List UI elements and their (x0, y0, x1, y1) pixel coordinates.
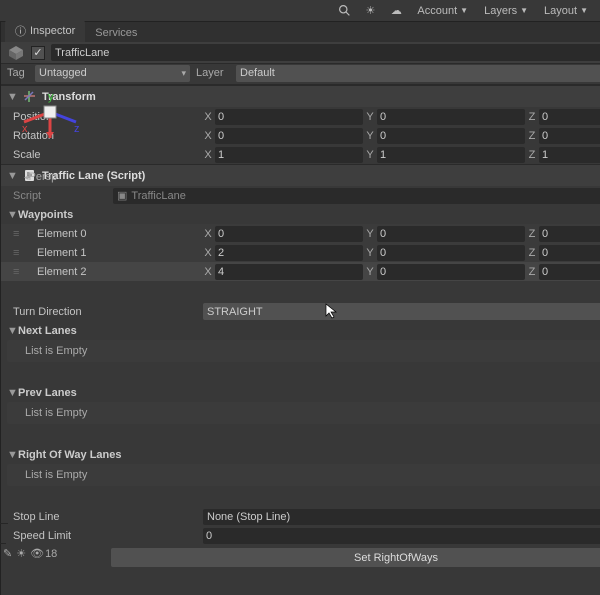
foldout-icon[interactable]: ▼ (7, 449, 16, 461)
foldout-icon[interactable]: ▼ (7, 91, 16, 103)
empty-list-label: List is Empty (7, 464, 600, 486)
script-slot-icon: ▣ (117, 189, 127, 202)
scale-x-input[interactable] (215, 147, 363, 163)
script-label: Script (13, 190, 113, 202)
script-title: Traffic Lane (Script) (42, 170, 600, 182)
inspector-panel: ⓘInspector Services 🔒⋮ ✓ Static ▼ Tag Un… (1, 22, 600, 595)
waypoint-y-input[interactable] (377, 226, 525, 242)
traffic-lane-component: ▼ Traffic Lane (Script) ?⇄⋮ Script ▣Traf… (1, 164, 600, 567)
transform-title: Transform (42, 91, 600, 103)
rotation-y-input[interactable] (377, 128, 525, 144)
layout-dropdown[interactable]: Layout▼ (538, 2, 594, 20)
position-x-input[interactable] (215, 109, 363, 125)
waypoint-y-input[interactable] (377, 264, 525, 280)
set-rightofways-button[interactable]: Set RightOfWays (111, 548, 600, 567)
svg-text:y: y (48, 91, 54, 103)
waypoint-x-input[interactable] (215, 245, 363, 261)
waypoint-y-input[interactable] (377, 245, 525, 261)
empty-list-label: List is Empty (7, 402, 600, 424)
layer-label: Layer (196, 67, 230, 79)
drag-handle-icon[interactable]: ≡ (13, 266, 25, 278)
drag-handle-icon[interactable]: ≡ (13, 228, 25, 240)
rotation-z-input[interactable] (539, 128, 600, 144)
list-item[interactable]: ≡Element 0 X Y Z (1, 224, 600, 243)
account-dropdown[interactable]: Account▼ (411, 2, 474, 20)
active-checkbox[interactable]: ✓ (31, 46, 45, 60)
scale-label: Scale (13, 149, 203, 161)
orientation-gizmo[interactable]: x z y (20, 82, 80, 142)
info-icon: ⓘ (15, 23, 26, 39)
turn-direction-dropdown[interactable]: STRAIGHT (203, 303, 600, 320)
scale-y-input[interactable] (377, 147, 525, 163)
waypoint-z-input[interactable] (539, 245, 600, 261)
tab-inspector[interactable]: ⓘInspector (5, 20, 85, 42)
position-z-input[interactable] (539, 109, 600, 125)
empty-list-label: List is Empty (7, 340, 600, 362)
speed-limit-label: Speed Limit (13, 530, 203, 542)
layers-dropdown[interactable]: Layers▼ (478, 2, 534, 20)
waypoints-label: Waypoints (18, 209, 600, 221)
gameobject-icon[interactable] (7, 44, 25, 62)
stop-line-label: Stop Line (13, 511, 203, 523)
waypoint-x-input[interactable] (215, 264, 363, 280)
speed-limit-input[interactable] (203, 528, 600, 544)
sun-icon[interactable]: ☀ (16, 547, 26, 560)
tag-dropdown[interactable]: Untagged (35, 65, 190, 82)
svg-text:x: x (22, 123, 28, 135)
drag-handle-icon[interactable]: ≡ (13, 247, 25, 259)
foldout-icon[interactable]: ▼ (7, 325, 16, 337)
list-item[interactable]: ≡Element 1 X Y Z (1, 243, 600, 262)
cloud-icon[interactable]: ☁ (385, 2, 407, 20)
waypoint-x-input[interactable] (215, 226, 363, 242)
visibility-icon[interactable]: 👁18 (30, 547, 57, 560)
row-lanes-label: Right Of Way Lanes (18, 449, 600, 461)
next-lanes-label: Next Lanes (18, 325, 600, 337)
scale-z-input[interactable] (539, 147, 600, 163)
rotation-x-input[interactable] (215, 128, 363, 144)
waypoint-z-input[interactable] (539, 226, 600, 242)
tag-label: Tag (7, 67, 29, 79)
menu-icon[interactable]: ⋮ (0, 527, 4, 540)
list-item[interactable]: ≡Element 2 X Y Z (1, 262, 600, 281)
top-toolbar: ☀ ☁ Account▼ Layers▼ Layout▼ (0, 0, 600, 22)
foldout-icon[interactable]: ▼ (7, 209, 16, 221)
sun-icon[interactable]: ☀ (359, 2, 381, 20)
waypoint-z-input[interactable] (539, 264, 600, 280)
tab-services[interactable]: Services (85, 24, 147, 42)
svg-text:z: z (74, 123, 80, 135)
script-field[interactable]: ▣TrafficLane⊙ (113, 188, 600, 204)
foldout-icon[interactable]: ▼ (7, 170, 16, 182)
foldout-icon[interactable]: ▼ (7, 387, 16, 399)
eyedropper-icon[interactable]: ✎ (3, 547, 12, 560)
stop-line-field[interactable]: None (Stop Line)⊙ (203, 509, 600, 525)
layer-dropdown[interactable]: Default (236, 65, 600, 82)
prev-lanes-label: Prev Lanes (18, 387, 600, 399)
turn-direction-label: Turn Direction (13, 306, 203, 318)
object-name-input[interactable] (51, 44, 600, 61)
persp-label: ◂Persp (24, 171, 57, 183)
position-y-input[interactable] (377, 109, 525, 125)
transform-component: ▼ Transform ?⇄⋮ Position X Y Z Rotation … (1, 85, 600, 164)
search-icon[interactable] (333, 2, 355, 20)
